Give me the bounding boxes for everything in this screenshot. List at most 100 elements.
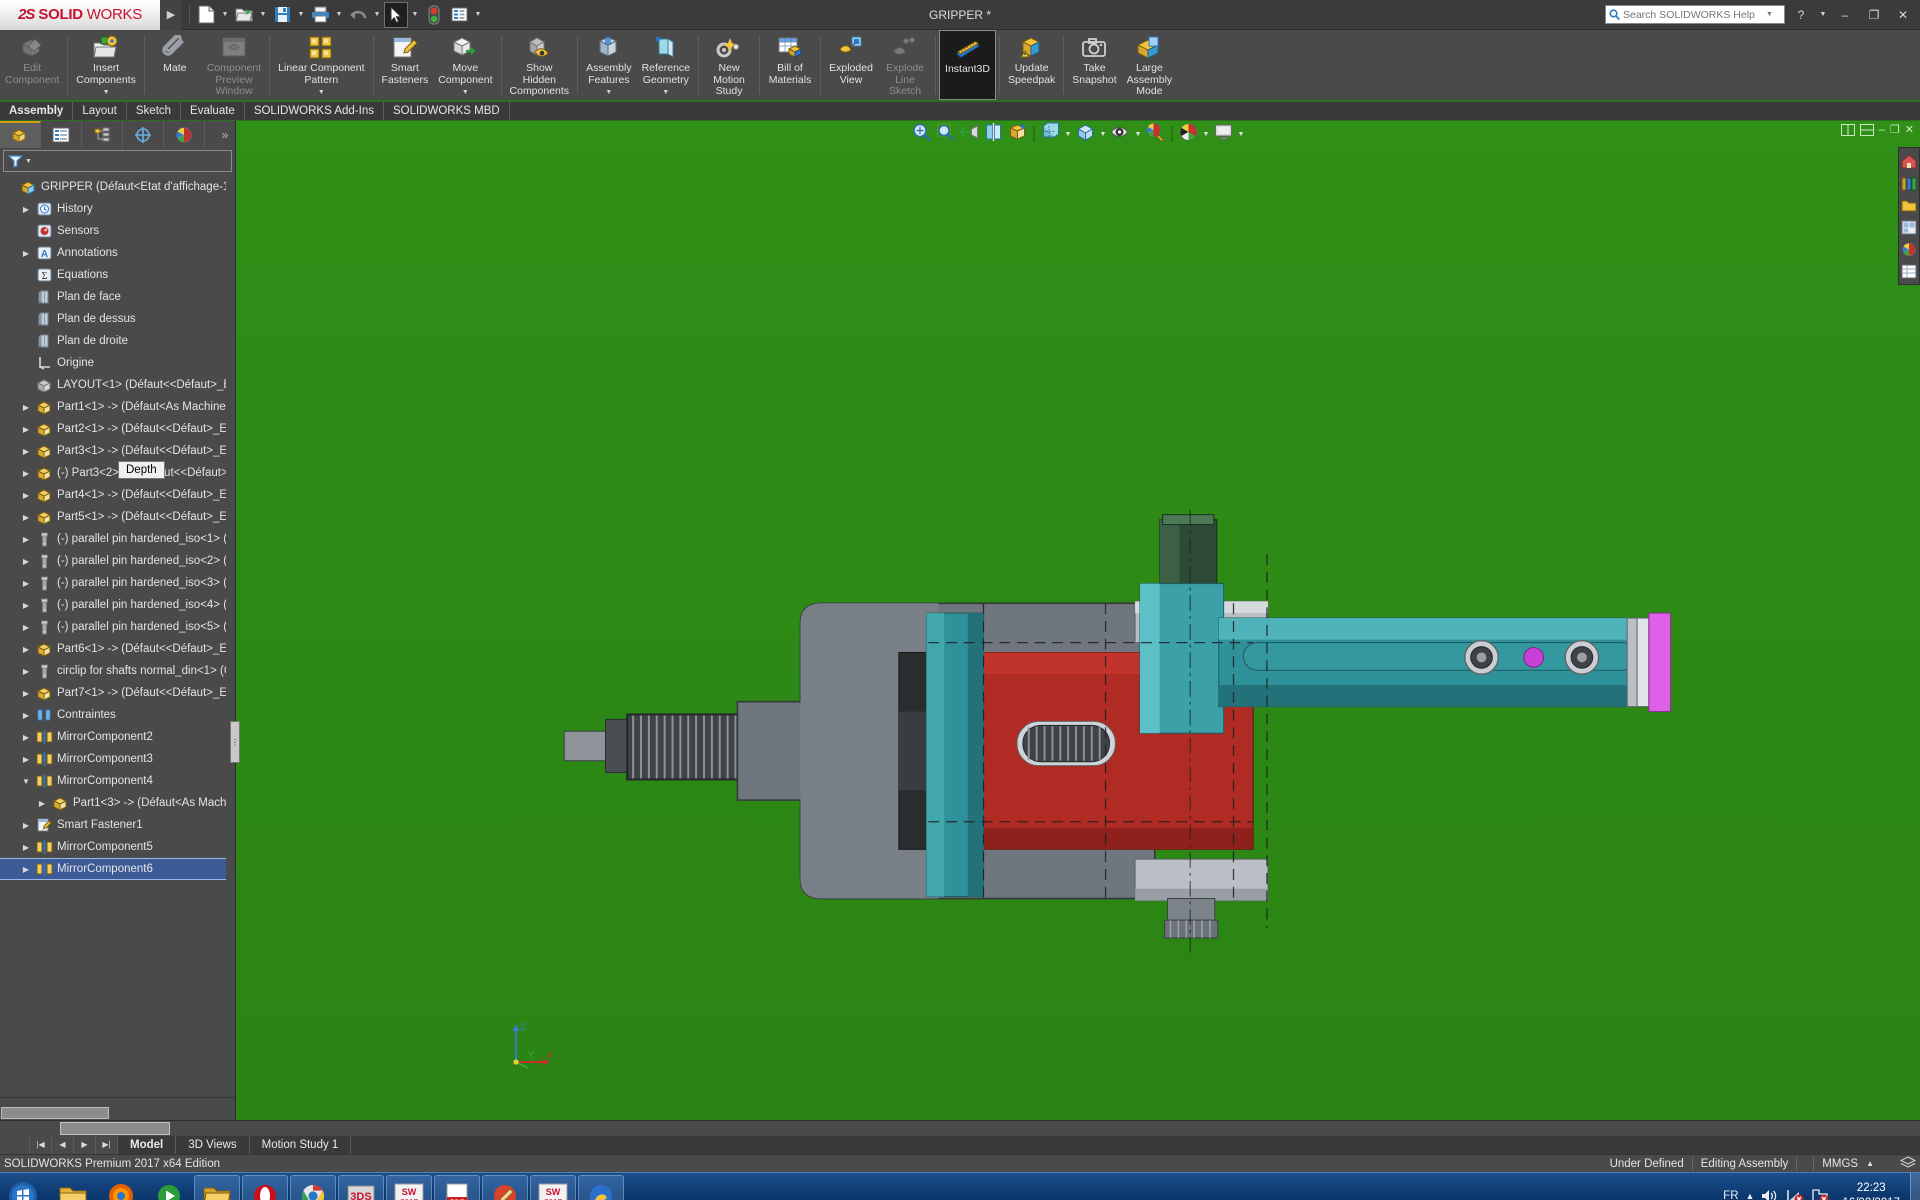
filter-dropdown-icon[interactable]: ▼ bbox=[25, 158, 32, 165]
feature-tree[interactable]: GRIPPER (Défaut<Etat d'affichage-1>) ▶ His… bbox=[0, 174, 235, 1097]
help-dropdown-icon[interactable]: ▼ bbox=[1817, 4, 1829, 26]
mate-button[interactable]: Mate bbox=[148, 30, 202, 100]
tree-item[interactable]: ▶ (-) parallel pin hardened_iso<2> (IS bbox=[0, 550, 235, 572]
tab-nav-prev[interactable]: ◀ bbox=[52, 1135, 74, 1154]
chevron-right-icon[interactable]: ▶ bbox=[18, 865, 34, 874]
taskbar-solidworks-2017-b[interactable]: SW2017 bbox=[530, 1174, 576, 1200]
configuration-manager-tab[interactable] bbox=[82, 121, 123, 148]
chevron-right-icon[interactable]: ▶ bbox=[18, 733, 34, 742]
feature-tree-filter[interactable]: ▼ bbox=[3, 150, 232, 172]
tree-item[interactable]: LAYOUT<1> (Défaut<<Défaut>_Eta bbox=[0, 374, 235, 396]
tree-item[interactable]: Plan de droite bbox=[0, 330, 235, 352]
task-pane-home[interactable] bbox=[1899, 150, 1919, 172]
move-component-button[interactable]: Move Component ▼ bbox=[433, 30, 497, 100]
task-pane-appearances[interactable] bbox=[1899, 238, 1919, 260]
large-assembly-mode-button[interactable]: Large Assembly Mode bbox=[1122, 30, 1178, 100]
task-pane-view-palette[interactable] bbox=[1899, 216, 1919, 238]
chevron-right-icon[interactable]: ▶ bbox=[18, 601, 34, 610]
tree-item[interactable]: ▶ MirrorComponent5 bbox=[0, 836, 235, 858]
document-tab-model[interactable]: Model bbox=[118, 1135, 177, 1154]
undo-button[interactable] bbox=[346, 2, 370, 28]
tree-item[interactable]: Sensors bbox=[0, 220, 235, 242]
tree-item[interactable]: ▶ (-) parallel pin hardened_iso<4> (IS bbox=[0, 594, 235, 616]
solidworks-logo[interactable]: 2S SOLID WORKS bbox=[0, 0, 160, 30]
save-dropdown-icon[interactable]: ▼ bbox=[295, 2, 307, 28]
taskbar-pdf[interactable]: PDF bbox=[434, 1174, 480, 1200]
tab-evaluate[interactable]: Evaluate bbox=[181, 102, 245, 120]
open-document-button[interactable] bbox=[232, 2, 256, 28]
chevron-right-icon[interactable]: ▶ bbox=[18, 403, 34, 412]
chevron-right-icon[interactable]: ▶ bbox=[18, 249, 34, 258]
taskbar-chrome[interactable] bbox=[290, 1174, 336, 1200]
chevron-right-icon[interactable]: ▶ bbox=[18, 447, 34, 456]
graphics-area[interactable]: ▼ ▼ ▼ ▼ ▼ – ❐ ✕ Z X Y bbox=[236, 121, 1920, 1120]
tree-item[interactable]: ▶ Part5<1> -> (Défaut<<Défaut>_Eta bbox=[0, 506, 235, 528]
print-dropdown-icon[interactable]: ▼ bbox=[333, 2, 345, 28]
assembly-model-view[interactable] bbox=[236, 121, 1920, 1120]
chevron-right-icon[interactable]: ▶ bbox=[18, 755, 34, 764]
chevron-right-icon[interactable]: ▶ bbox=[18, 645, 34, 654]
task-pane-design-library[interactable] bbox=[1899, 172, 1919, 194]
tab-assembly[interactable]: Assembly bbox=[0, 102, 74, 120]
tree-item[interactable]: GRIPPER (Défaut<Etat d'affichage-1>) bbox=[0, 176, 235, 198]
tree-item[interactable]: Plan de face bbox=[0, 286, 235, 308]
tree-item[interactable]: ▶ MirrorComponent6 bbox=[0, 858, 235, 880]
network-error-icon[interactable] bbox=[1786, 1188, 1804, 1200]
overlay-icon[interactable] bbox=[1899, 1155, 1917, 1172]
tree-item[interactable]: ▶ Part7<1> -> (Défaut<<Défaut>_Eta bbox=[0, 682, 235, 704]
dropdown-caret-icon[interactable]: ▼ bbox=[318, 87, 325, 99]
menu-expand-arrow-icon[interactable]: ▶ bbox=[160, 0, 182, 30]
property-manager-tab[interactable] bbox=[41, 121, 82, 148]
chevron-right-icon[interactable]: ▶ bbox=[18, 557, 34, 566]
tab-nav-first[interactable]: |◀ bbox=[30, 1135, 52, 1154]
start-button[interactable] bbox=[0, 1173, 46, 1200]
tree-item[interactable]: ▶ Part4<1> -> (Défaut<<Défaut>_Eta bbox=[0, 484, 235, 506]
chevron-right-icon[interactable]: ▶ bbox=[18, 469, 34, 478]
tab-layout[interactable]: Layout bbox=[73, 102, 127, 120]
tree-item[interactable]: ▶ (-) parallel pin hardened_iso<1> (IS bbox=[0, 528, 235, 550]
print-button[interactable] bbox=[308, 2, 332, 28]
tree-item[interactable]: ▶ History bbox=[0, 198, 235, 220]
linear-component-pattern-button[interactable]: Linear Component Pattern ▼ bbox=[273, 30, 369, 100]
tree-item[interactable]: ▶ Part1<1> -> (Défaut<As Machined> bbox=[0, 396, 235, 418]
chevron-right-icon[interactable]: ▶ bbox=[18, 513, 34, 522]
search-input[interactable] bbox=[1623, 8, 1763, 21]
tree-item[interactable]: ▶ MirrorComponent3 bbox=[0, 748, 235, 770]
tree-item[interactable]: Σ Equations bbox=[0, 264, 235, 286]
panel-splitter-handle[interactable]: ⋮ bbox=[230, 721, 240, 763]
chevron-right-icon[interactable]: ▶ bbox=[18, 623, 34, 632]
tree-item[interactable]: ▶ (-) parallel pin hardened_iso<5> (IS bbox=[0, 616, 235, 638]
chevron-right-icon[interactable]: ▶ bbox=[34, 799, 50, 808]
chevron-right-icon[interactable]: ▶ bbox=[18, 667, 34, 676]
feature-manager-more-tabs-icon[interactable]: » bbox=[215, 121, 235, 148]
tray-expand-icon[interactable]: ▲ bbox=[1746, 1191, 1755, 1200]
feature-tree-scrollbar[interactable] bbox=[226, 174, 235, 1097]
select-tool-button[interactable] bbox=[384, 1, 408, 28]
chevron-down-icon[interactable]: ▼ bbox=[18, 777, 34, 786]
new-document-button[interactable] bbox=[194, 2, 218, 28]
taskbar-file-explorer[interactable] bbox=[194, 1174, 240, 1200]
tab-sketch[interactable]: Sketch bbox=[127, 102, 182, 120]
dropdown-caret-icon[interactable]: ▼ bbox=[605, 87, 612, 99]
tree-item[interactable]: ▶ Contraintes bbox=[0, 704, 235, 726]
tray-language-label[interactable]: FR bbox=[1723, 1190, 1738, 1200]
taskbar-ccleaner[interactable] bbox=[482, 1174, 528, 1200]
scrollbar-thumb[interactable] bbox=[1, 1107, 109, 1119]
help-search-box[interactable]: ▼ bbox=[1605, 5, 1785, 24]
graphics-horizontal-scrollbar[interactable] bbox=[0, 1121, 1920, 1136]
taskbar-clock[interactable]: 22:23 16/02/2017 bbox=[1836, 1181, 1906, 1200]
instant3d-button[interactable]: Instant3D bbox=[939, 30, 996, 100]
document-tab-3d-views[interactable]: 3D Views bbox=[176, 1135, 250, 1154]
new-document-dropdown-icon[interactable]: ▼ bbox=[219, 2, 231, 28]
units-dropdown-icon[interactable]: ▲ bbox=[1866, 1159, 1874, 1168]
chevron-right-icon[interactable]: ▶ bbox=[18, 843, 34, 852]
update-speedpak-button[interactable]: Update Speedpak bbox=[1003, 30, 1060, 100]
tree-item[interactable]: ▶ Part2<1> -> (Défaut<<Défaut>_Eta bbox=[0, 418, 235, 440]
document-tab-motion-study-1[interactable]: Motion Study 1 bbox=[250, 1135, 352, 1154]
chevron-right-icon[interactable]: ▶ bbox=[18, 491, 34, 500]
taskbar-firefox[interactable] bbox=[98, 1175, 144, 1200]
open-document-dropdown-icon[interactable]: ▼ bbox=[257, 2, 269, 28]
save-button[interactable] bbox=[270, 2, 294, 28]
status-units-label[interactable]: MMGS bbox=[1822, 1158, 1858, 1170]
tree-item[interactable]: ▶ Part6<1> -> (Défaut<<Défaut>_Eta bbox=[0, 638, 235, 660]
